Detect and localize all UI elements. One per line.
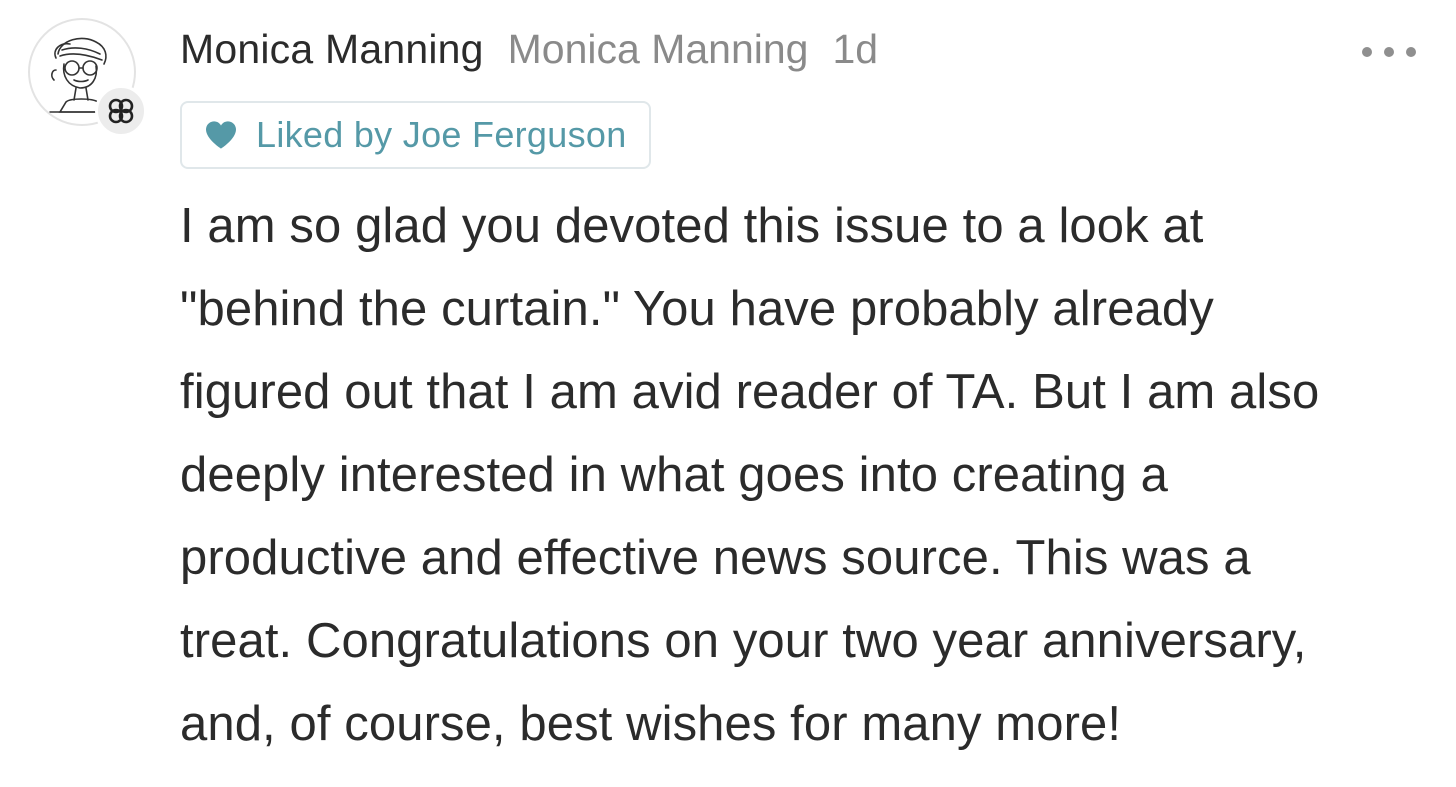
author-name[interactable]: Monica Manning xyxy=(180,26,484,73)
ellipsis-icon xyxy=(1362,47,1372,57)
supporter-badge xyxy=(95,85,147,137)
supporter-badge-icon xyxy=(108,98,134,124)
comment-text-line: and, of course, best wishes for many mor… xyxy=(180,697,1122,751)
comment-body: I am so glad you devoted this issue to a… xyxy=(180,185,1430,766)
ellipsis-icon xyxy=(1406,47,1416,57)
comment: Monica Manning Monica Manning 1d Liked b… xyxy=(0,0,1456,787)
liked-by-pill[interactable]: Liked by Joe Ferguson xyxy=(180,101,651,169)
comment-text-line: figured out that I am avid reader of TA.… xyxy=(180,365,1320,419)
comment-text-line: I am so glad you devoted this issue to a… xyxy=(180,199,1204,253)
comment-text-line: "behind the curtain." You have probably … xyxy=(180,282,1214,336)
more-options-button[interactable] xyxy=(1362,32,1416,72)
comment-text-line: treat. Congratulations on your two year … xyxy=(180,614,1307,668)
timestamp[interactable]: 1d xyxy=(832,26,878,73)
comment-header: Monica Manning Monica Manning 1d xyxy=(180,26,878,82)
heart-icon xyxy=(206,121,236,149)
comment-text-line: deeply interested in what goes into crea… xyxy=(180,448,1168,502)
comment-text-line: productive and effective news source. Th… xyxy=(180,531,1251,585)
author-handle[interactable]: Monica Manning xyxy=(508,26,809,73)
ellipsis-icon xyxy=(1384,47,1394,57)
liked-by-label: Liked by Joe Ferguson xyxy=(256,114,627,155)
